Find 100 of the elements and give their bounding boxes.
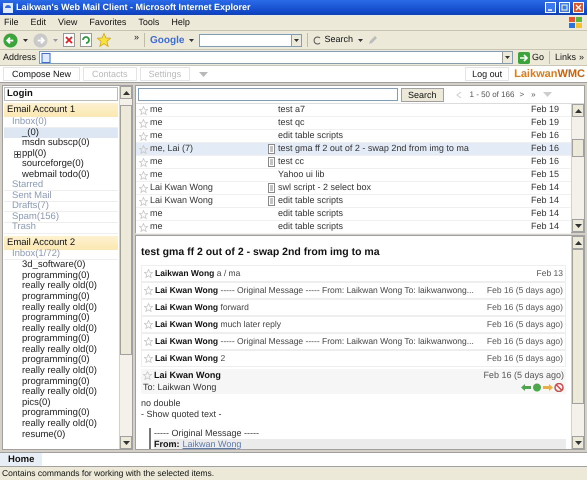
folder-item[interactable]: programming(0) [22,334,90,345]
star-icon[interactable] [144,354,153,363]
back-icon[interactable] [3,32,18,48]
folder-item[interactable]: really really old(0) [22,324,97,334]
folder-item[interactable]: _(0) [22,128,39,138]
search-button[interactable]: Search [313,33,353,47]
star-icon[interactable] [138,222,148,232]
folder-item[interactable]: programming(0) [22,408,90,420]
menu-item[interactable]: Favorites [89,16,126,30]
scrollbar[interactable] [571,236,584,449]
forward-icon[interactable] [33,32,48,48]
dropdown-arrow-icon[interactable] [358,38,363,42]
scroll-thumb[interactable] [572,249,584,404]
thread-item[interactable]: Lai Kwan Wong forward Feb 16 (5 days ago) [141,298,566,316]
mail-row[interactable]: me edit table scripts Feb 14 [136,221,571,234]
refresh-icon[interactable] [80,33,92,47]
pencil-icon[interactable] [368,35,378,45]
more-chevron[interactable]: » [578,50,584,64]
folder-item[interactable]: 3d_software(0) [22,260,86,271]
mail-search-button[interactable]: Search [401,88,444,102]
more-chevron[interactable]: » [134,31,140,44]
logout-button[interactable]: Log out [465,67,510,81]
sender-link[interactable]: Laikwan Wong [182,438,242,449]
mail-row[interactable]: me, Lai (7) test gma ff 2 out of 2 - swap 2nd from img to ma Feb 16 [136,143,571,156]
star-icon[interactable] [138,158,148,166]
mail-row[interactable]: me test qc Feb 19 [136,117,571,130]
folder-item[interactable]: sourceforge(0) [22,159,84,170]
star-icon[interactable] [138,132,148,140]
folder-item[interactable]: resume(0) [22,430,66,440]
folder-item[interactable]: really really old(0) [22,387,97,398]
mail-row[interactable]: me test a7 Feb 19 [136,104,571,117]
delete-icon[interactable] [554,383,564,392]
folder-item[interactable]: programming(0) [22,270,90,282]
thread-item[interactable]: Lai Kwan Wong ----- Original Message ----- From: Laikwan Wong To: laikwanwong... Feb 16 (5 days ago) [141,332,566,350]
nav-button[interactable]: Compose New [3,67,80,81]
mail-row[interactable]: me edit table scripts Feb 16 [136,130,571,143]
scroll-down-icon[interactable] [122,440,130,444]
reply-icon[interactable] [521,383,531,392]
mail-row[interactable]: Lai Kwan Wong swl script - 2 select box Feb 14 [136,182,571,195]
star-icon[interactable] [138,184,148,192]
google-search-field[interactable] [199,34,302,46]
star-icon[interactable] [144,268,153,278]
star-icon[interactable] [144,302,153,312]
star-icon[interactable] [144,320,153,329]
folder-item[interactable]: programming(0) [22,376,90,388]
mail-row[interactable]: me Yahoo ui lib Feb 15 [136,169,571,182]
folder-item[interactable]: really really old(0) [22,281,97,292]
star-icon[interactable] [144,286,153,295]
folder-item[interactable]: really really old(0) [22,302,97,314]
star-icon[interactable] [138,196,148,206]
last-page-link[interactable]: » [531,88,536,100]
mail-row[interactable]: me test cc Feb 16 [136,156,571,169]
scroll-up-icon[interactable] [122,90,130,94]
show-quoted-link[interactable]: - Show quoted text - [141,408,566,420]
folder-item[interactable]: really really old(0) [22,419,97,430]
folder-item[interactable]: ppl(0) [22,148,46,160]
scroll-up-icon[interactable] [574,108,582,112]
dropdown-arrow-icon[interactable] [294,38,300,42]
menu-item[interactable]: View [58,16,78,30]
folder-item[interactable]: webmail todo(0) [22,170,90,181]
account-header[interactable]: Email Account 1 [4,103,118,117]
folder-item[interactable]: msdn subscp(0) [22,138,90,149]
star-icon[interactable] [138,144,148,154]
thread-item[interactable]: Lai Kwan Wong much later reply Feb 16 (5 days ago) [141,316,566,333]
stop-icon[interactable] [63,33,75,47]
mail-search-field[interactable] [138,88,398,101]
favorites-star-icon[interactable] [97,33,111,47]
minimize-button[interactable] [545,2,556,13]
scroll-down-icon[interactable] [574,440,582,444]
star-icon[interactable] [138,106,148,114]
folder-item[interactable]: programming(0) [22,292,90,302]
star-icon[interactable] [138,210,148,218]
menu-item[interactable]: Tools [138,16,160,30]
maximize-button[interactable] [559,2,570,13]
folder-item[interactable]: programming(0) [22,355,90,366]
scroll-thumb[interactable] [120,105,132,355]
folder-item[interactable]: really really old(0) [22,366,97,377]
expand-toggle[interactable] [14,150,21,158]
home-tab[interactable]: Home [0,453,42,466]
links-button[interactable]: Links [554,50,576,64]
scroll-thumb[interactable] [572,139,584,157]
thread-item[interactable]: Laikwan Wong a / ma Feb 13 [141,264,566,282]
go-button[interactable]: Go [516,50,546,64]
star-icon[interactable] [138,170,148,180]
menu-item[interactable]: File [4,16,19,30]
scroll-down-icon[interactable] [574,224,582,228]
dropdown-arrow-icon[interactable] [23,38,28,42]
scrollbar[interactable] [119,86,132,449]
mail-row[interactable]: Lai Kwan Wong edit table scripts Feb 14 [136,195,571,208]
thread-item[interactable]: Lai Kwan Wong ----- Original Message ----- From: Laikwan Wong To: laikwanwong... Feb 16 (5 days ago) [141,282,566,299]
folder-item[interactable]: really really old(0) [22,344,97,356]
close-button[interactable] [573,2,584,13]
dropdown-arrow-icon[interactable] [504,56,510,59]
thread-item[interactable]: Lai Kwan Wong 2 Feb 16 (5 days ago) [141,350,566,367]
folder-item[interactable]: programming(0) [22,313,90,324]
next-page-link[interactable]: > [519,88,524,100]
forward-icon[interactable] [543,383,553,392]
star-icon[interactable] [138,118,148,128]
dropdown-arrow-icon[interactable] [189,38,194,42]
scroll-up-icon[interactable] [574,240,582,244]
